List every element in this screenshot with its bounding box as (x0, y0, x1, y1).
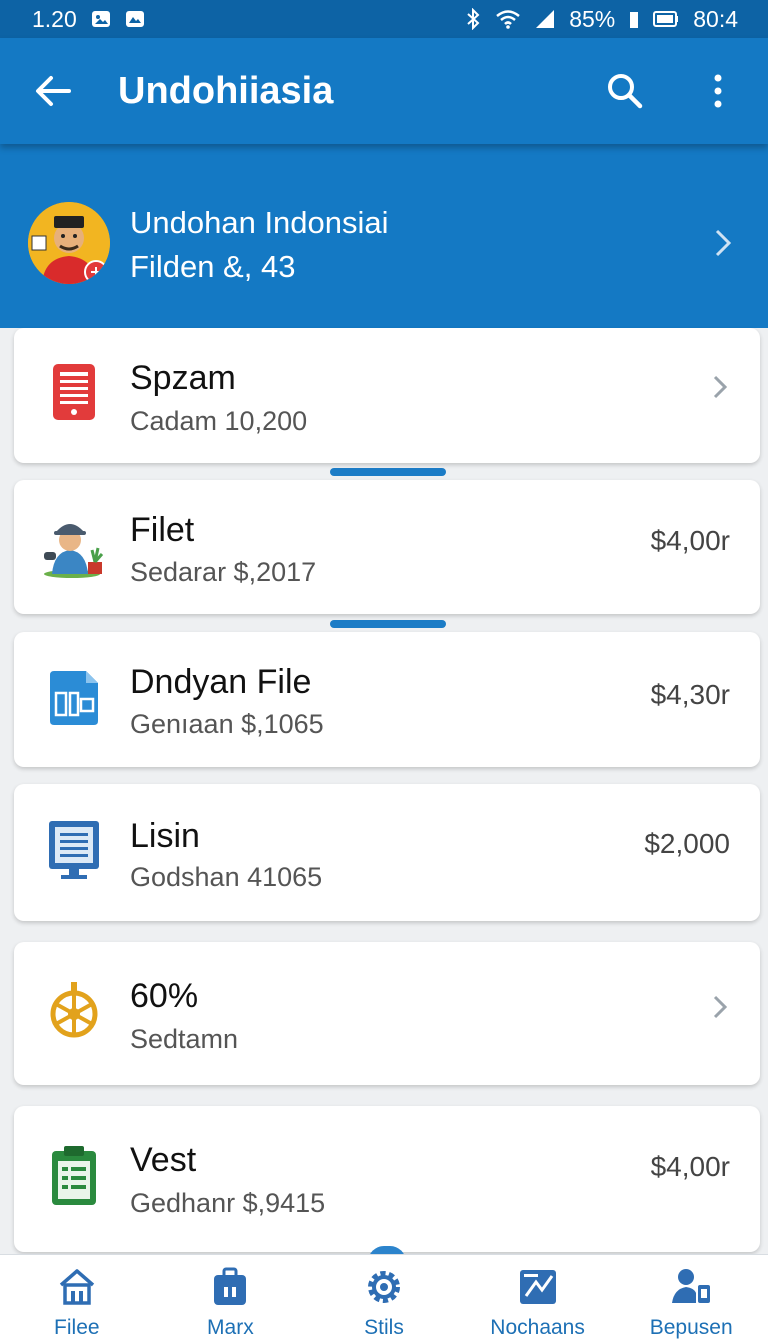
person-illustration-icon (42, 508, 108, 578)
search-button[interactable] (600, 66, 650, 116)
item-subtitle: Cadam 10,200 (130, 406, 308, 436)
notification-image-icon (91, 10, 111, 28)
notification-photo-icon (125, 10, 145, 28)
item-subtitle: Gedhanr $,9415 (130, 1188, 326, 1218)
nav-label: Stils (364, 1316, 404, 1339)
user-device-icon (669, 1265, 713, 1309)
profile-name: Undohan Indonsiai (130, 205, 389, 240)
nav-label: Bepusen (649, 1316, 733, 1339)
clipboard-green-icon (44, 1144, 104, 1208)
home-icon (55, 1265, 99, 1309)
chevron-right-icon (708, 226, 738, 260)
list-item-vest[interactable]: Vest Gedhanr $,9415 $4,00r (14, 1106, 760, 1252)
status-right: 85% 80:4 (465, 6, 738, 33)
nav-item-marx[interactable]: Marx (155, 1255, 305, 1341)
page-title: Undohiiasia (118, 70, 334, 112)
item-amount: $4,30r (650, 679, 730, 710)
bluetooth-icon (465, 8, 481, 30)
monitor-icon (44, 818, 104, 882)
item-subtitle: Godshan 41065 (130, 862, 323, 892)
section-divider (330, 468, 446, 476)
item-title: Lisin (130, 817, 200, 855)
item-title: Filet (130, 511, 195, 549)
item-subtitle: Sedarar $,2017 (130, 557, 317, 587)
item-title: Vest (130, 1141, 197, 1179)
wifi-icon (495, 9, 521, 29)
item-title: 60% (130, 977, 199, 1015)
status-bar: 1.20 85% 80:4 (0, 0, 768, 38)
status-time: 1.20 (32, 5, 77, 32)
briefcase-icon (208, 1265, 252, 1309)
chevron-right-icon (708, 990, 732, 1024)
wheel-orange-icon (44, 978, 104, 1042)
item-title: Spzam (130, 359, 236, 397)
list-item-spzam[interactable]: Spzam Cadam 10,200 (14, 328, 760, 463)
document-red-icon (44, 360, 104, 424)
gear-icon (362, 1265, 406, 1309)
list-item-dndyan-file[interactable]: Dndyan File Genıaan $,1065 $4,30r (14, 632, 760, 767)
profile-subtitle: Filden &, 43 (130, 249, 296, 284)
bottom-nav: Filee Marx Stils Nochaans Bepusen (0, 1254, 768, 1344)
nav-item-filee[interactable]: Filee (2, 1255, 152, 1341)
list-item-filet[interactable]: Filet Sedarar $,2017 $4,00r (14, 480, 760, 614)
list-item-lisin[interactable]: Lisin Godshan 41065 $2,000 (14, 784, 760, 921)
status-clock: 80:4 (693, 5, 738, 32)
chart-icon (516, 1265, 560, 1309)
nav-label: Marx (207, 1316, 254, 1339)
item-subtitle: Genıaan $,1065 (130, 709, 324, 739)
item-amount: $4,00r (650, 525, 730, 556)
item-amount: $4,00r (650, 1151, 730, 1182)
item-subtitle: Sedtamn (130, 1024, 239, 1054)
nav-item-stils[interactable]: Stils (309, 1255, 459, 1341)
status-left: 1.20 (32, 6, 145, 33)
nav-label: Nochaans (490, 1316, 585, 1339)
search-icon (608, 74, 643, 109)
battery-small-icon (629, 9, 639, 29)
battery-icon (653, 10, 679, 28)
section-divider (330, 620, 446, 628)
more-options-button[interactable] (696, 66, 740, 116)
chevron-right-icon (708, 370, 732, 404)
signal-icon (535, 9, 555, 29)
arrow-left-icon (36, 76, 71, 106)
nav-item-nochaans[interactable]: Nochaans (463, 1255, 613, 1341)
battery-percent: 85% (569, 5, 616, 32)
avatar (28, 202, 110, 284)
app-bar: Undohiiasia (0, 38, 768, 144)
item-amount: $2,000 (644, 828, 730, 859)
back-button[interactable] (30, 68, 76, 114)
profile-header[interactable]: Undohan Indonsiai Filden &, 43 (0, 144, 768, 328)
more-vertical-icon (714, 74, 722, 108)
nav-label: Filee (54, 1316, 100, 1339)
item-title: Dndyan File (130, 663, 312, 701)
list-item-progress[interactable]: 60% Sedtamn (14, 942, 760, 1085)
file-blue-icon (44, 666, 104, 730)
nav-item-bepusen[interactable]: Bepusen (616, 1255, 766, 1341)
